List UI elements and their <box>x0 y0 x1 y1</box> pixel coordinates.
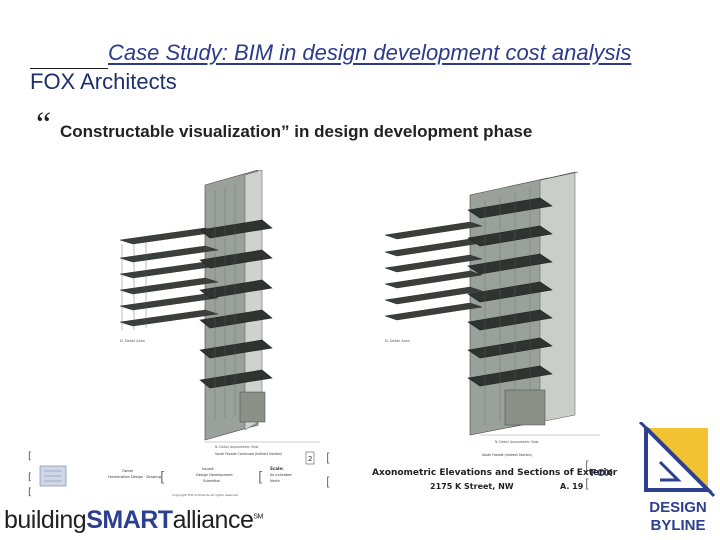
logo-bsa-suffix: alliance <box>172 506 254 534</box>
svg-text:[: [ <box>326 451 331 465</box>
svg-text:South Facade (Indirect Section: South Facade (Indirect Section) <box>482 453 532 457</box>
slide-caption: Constructable visualization” in design d… <box>60 122 533 141</box>
svg-text:2: 2 <box>308 455 312 463</box>
axonometric-drawings: N. Detail Axon N. Detail Axonometric Vie… <box>28 170 618 498</box>
open-quote-mark: “ <box>36 106 52 143</box>
buildingsmart-alliance-logo: buildingSMARTallianceSM <box>4 506 263 535</box>
sheet-address: 2175 K Street, NW <box>430 482 514 491</box>
svg-text:[: [ <box>28 472 32 483</box>
svg-text:Design Development: Design Development <box>196 473 233 477</box>
svg-text:[: [ <box>585 477 590 491</box>
svg-text:N. Detail Axon: N. Detail Axon <box>120 339 145 343</box>
sheet-right-title-block: N. Detail Axonometric View South Facade … <box>480 434 600 457</box>
svg-text:Issued:: Issued: <box>202 467 214 471</box>
svg-text:North: North <box>270 479 280 483</box>
svg-text:[: [ <box>326 475 331 489</box>
svg-text:Owner: Owner <box>122 469 134 473</box>
svg-text:[: [ <box>28 451 32 462</box>
svg-text:[: [ <box>160 470 165 486</box>
svg-text:Submittal: Submittal <box>203 479 220 483</box>
svg-text:[: [ <box>28 487 32 498</box>
sheet-title: Axonometric Elevations and Sections of E… <box>372 468 618 478</box>
facade-axonometric-left: N. Detail Axon <box>119 170 273 441</box>
svg-text:Scale:: Scale: <box>270 466 284 471</box>
design-byline-line2: BYLINE <box>650 517 705 534</box>
drawing-sheet-left: N. Detail Axon N. Detail Axonometric Vie… <box>119 170 320 465</box>
sheet-number: A. 19 <box>560 482 584 491</box>
logo-bsa-prefix: building <box>4 506 87 534</box>
svg-text:South Facade Continued (Indire: South Facade Continued (Indirect Section… <box>215 452 282 456</box>
svg-text:N. Detail Axonometric View: N. Detail Axonometric View <box>215 445 259 449</box>
design-byline-line1: DESIGN <box>649 499 707 516</box>
logo-bsa-smart: SMART <box>86 506 173 534</box>
slide-subtitle: FOX Architects <box>30 69 177 94</box>
svg-text:N. Detail Axon: N. Detail Axon <box>385 339 410 343</box>
drawing-sheet-right: N. Detail Axon N. Detail Axonometric Vie… <box>384 171 600 457</box>
logo-bsa-mark: SM <box>253 513 263 521</box>
design-byline-emblem <box>638 422 716 498</box>
slide-title: Case Study: BIM in design development co… <box>108 40 632 65</box>
svg-text:N. Detail Axonometric View: N. Detail Axonometric View <box>495 440 539 444</box>
svg-text:Copyright FOX Architects All r: Copyright FOX Architects All rights rese… <box>172 493 238 497</box>
svg-text:[: [ <box>258 470 263 486</box>
design-byline-logo: DESIGN BYLINE <box>638 422 716 534</box>
svg-text:As indicated: As indicated <box>270 473 292 477</box>
sheet-left-title-block: N. Detail Axonometric View South Facade … <box>205 441 320 465</box>
svg-text:Fenestration Design · Drawing: Fenestration Design · Drawing <box>108 475 161 479</box>
facade-axonometric-right: N. Detail Axon <box>384 171 579 436</box>
